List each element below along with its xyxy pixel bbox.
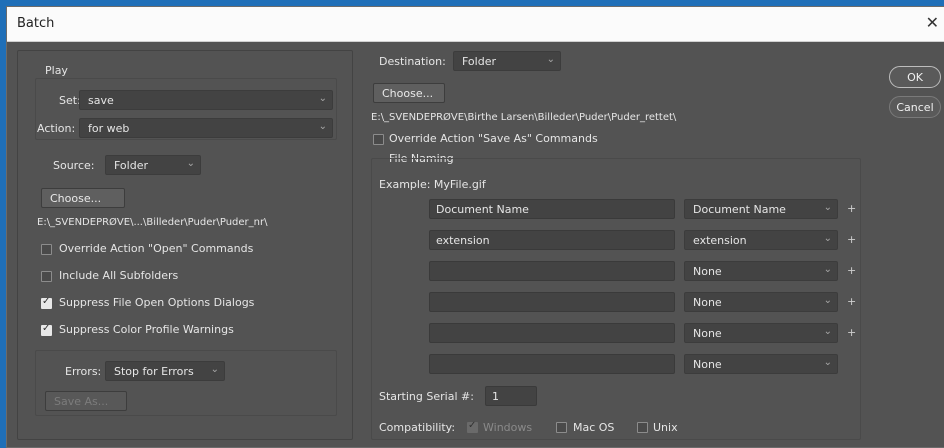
naming-text-field[interactable]: Document Name [429, 199, 675, 219]
suppress-color-warnings-checkbox[interactable] [41, 323, 52, 336]
errors-select[interactable]: Stop for Errors ⌄ [105, 361, 225, 381]
naming-text-field[interactable]: extension [429, 230, 675, 250]
starting-serial-label: Starting Serial #: [379, 390, 474, 403]
include-subfolders-label: Include All Subfolders [59, 269, 179, 282]
add-row-icon[interactable]: + [847, 233, 856, 246]
chevron-down-icon: ⌄ [823, 264, 832, 275]
compat-windows-label: Windows [483, 421, 533, 434]
naming-select-value: extension [693, 234, 747, 247]
set-label: Set: [59, 94, 81, 107]
add-row-icon[interactable]: + [847, 264, 856, 277]
naming-select-value: None [693, 265, 722, 278]
include-subfolders-checkbox[interactable] [41, 271, 52, 282]
ok-button[interactable]: OK [889, 66, 941, 88]
chevron-down-icon: ⌄ [186, 158, 195, 169]
chevron-down-icon: ⌄ [210, 364, 219, 375]
chevron-down-icon: ⌄ [823, 233, 832, 244]
dialog-body: Play Set: save ⌄ Action: for web ⌄ Sourc… [7, 42, 944, 447]
naming-select[interactable]: None ⌄ [684, 261, 838, 281]
title-bar: Batch ✕ [7, 7, 944, 42]
chevron-down-icon: ⌄ [823, 357, 832, 368]
chevron-down-icon: ⌄ [823, 295, 832, 306]
source-select-value: Folder [114, 159, 148, 172]
chevron-down-icon: ⌄ [823, 202, 832, 213]
naming-text-field[interactable] [429, 261, 675, 281]
naming-select[interactable]: None ⌄ [684, 354, 838, 374]
errors-label: Errors: [65, 365, 102, 378]
destination-select[interactable]: Folder ⌄ [453, 51, 561, 71]
naming-select-value: None [693, 296, 722, 309]
add-row-icon[interactable]: + [847, 202, 856, 215]
naming-select[interactable]: None ⌄ [684, 292, 838, 312]
naming-select[interactable]: extension ⌄ [684, 230, 838, 250]
file-naming-example: Example: MyFile.gif [379, 178, 486, 191]
naming-select[interactable]: Document Name ⌄ [684, 199, 838, 219]
close-icon[interactable]: ✕ [926, 13, 939, 32]
batch-dialog: Batch ✕ Play Set: save ⌄ Action: for web… [6, 6, 944, 448]
source-path: E:\_SVENDEPRØVE\...\Billeder\Puder\Puder… [37, 217, 268, 228]
action-select-value: for web [88, 122, 130, 135]
add-row-icon[interactable]: + [847, 295, 856, 308]
naming-text-field[interactable] [429, 354, 675, 374]
destination-label: Destination: [379, 55, 446, 68]
play-group-label: Play [45, 64, 68, 77]
suppress-open-dialogs-label: Suppress File Open Options Dialogs [59, 296, 255, 309]
save-as-button[interactable]: Save As... [45, 391, 127, 411]
override-open-checkbox[interactable] [41, 244, 52, 255]
destination-path: E:\_SVENDEPRØVE\Birthe Larsen\Billeder\P… [371, 112, 677, 123]
set-select-value: save [88, 94, 114, 107]
set-select[interactable]: save ⌄ [79, 90, 333, 110]
source-label: Source: [53, 159, 95, 172]
compat-unix-checkbox[interactable] [637, 422, 648, 433]
chevron-down-icon: ⌄ [318, 121, 327, 132]
chevron-down-icon: ⌄ [823, 326, 832, 337]
compat-macos-checkbox[interactable] [556, 422, 567, 433]
naming-text-field[interactable] [429, 323, 675, 343]
override-save-as-checkbox[interactable] [373, 134, 384, 145]
dialog-title: Batch [17, 16, 55, 31]
naming-select-value: None [693, 327, 722, 340]
starting-serial-input[interactable]: 1 [485, 386, 537, 406]
source-select[interactable]: Folder ⌄ [105, 155, 201, 175]
action-label: Action: [37, 122, 76, 135]
source-choose-button[interactable]: Choose... [41, 188, 125, 208]
action-select[interactable]: for web ⌄ [79, 118, 333, 138]
override-save-as-label: Override Action "Save As" Commands [389, 132, 598, 145]
chevron-down-icon: ⌄ [546, 54, 555, 65]
override-open-label: Override Action "Open" Commands [59, 242, 254, 255]
chevron-down-icon: ⌄ [318, 93, 327, 104]
compat-macos-label: Mac OS [573, 421, 615, 434]
cancel-button[interactable]: Cancel [889, 96, 941, 118]
naming-text-field[interactable] [429, 292, 675, 312]
compat-unix-label: Unix [653, 421, 678, 434]
suppress-color-warnings-label: Suppress Color Profile Warnings [59, 323, 234, 336]
suppress-open-dialogs-checkbox[interactable] [41, 296, 52, 309]
errors-select-value: Stop for Errors [114, 365, 194, 378]
destination-choose-button[interactable]: Choose... [373, 83, 445, 103]
naming-select[interactable]: None ⌄ [684, 323, 838, 343]
naming-select-value: None [693, 358, 722, 371]
compatibility-label: Compatibility: [379, 421, 456, 434]
compat-windows-checkbox[interactable] [467, 420, 478, 433]
add-row-icon[interactable]: + [847, 326, 856, 339]
naming-select-value: Document Name [693, 203, 786, 216]
destination-select-value: Folder [462, 55, 496, 68]
